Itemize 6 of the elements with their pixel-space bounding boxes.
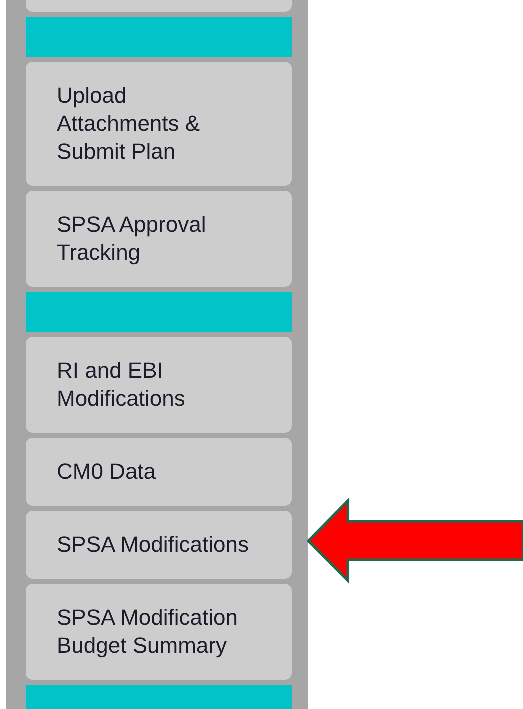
nav-button[interactable]: SPSA Approval Tracking <box>26 191 292 287</box>
nav-button[interactable]: Upload Attachments & Submit Plan <box>26 62 292 186</box>
nav-button[interactable]: SPSA Modification Budget Summary <box>26 584 292 680</box>
nav-button[interactable]: SPSA Modifications <box>26 511 292 579</box>
nav-button[interactable]: CM0 Data <box>26 438 292 506</box>
nav-button[interactable]: RI and EBI Modifications <box>26 337 292 433</box>
